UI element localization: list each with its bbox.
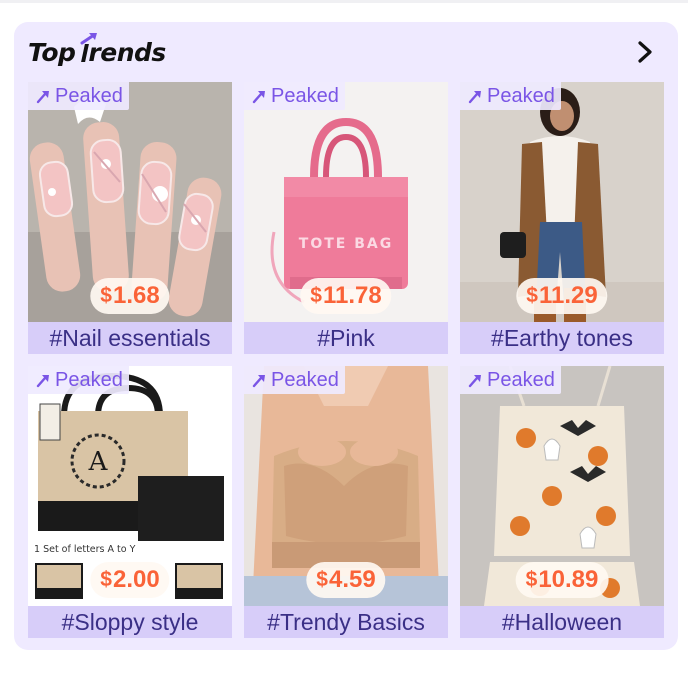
trend-card-trendy-basics[interactable]: Peaked $ 4.59 #Trendy Basics <box>244 366 448 638</box>
trend-card-pink[interactable]: TOTE BAG Peaked $ 11.78 #Pink <box>244 82 448 354</box>
title-word-top: Top <box>28 37 76 67</box>
letters-note-text: 1 Set of letters A to Y <box>34 544 136 555</box>
price-tag: $ 1.68 <box>90 278 170 314</box>
badge-label: Peaked <box>487 368 555 391</box>
trend-arrow-icon <box>252 374 265 387</box>
trend-tag-label: #Halloween <box>460 606 664 638</box>
price-tag: $ 10.89 <box>515 562 609 598</box>
price-tag: $ 2.00 <box>90 562 170 598</box>
trend-tag-label: #Earthy tones <box>460 322 664 354</box>
badge-label: Peaked <box>271 84 339 107</box>
trend-card-halloween[interactable]: Peaked $ 10.89 #Halloween <box>460 366 664 638</box>
trend-tag-label: #Nail essentials <box>28 322 232 354</box>
price-tag: $ 11.29 <box>516 278 608 314</box>
currency-symbol: $ <box>100 568 112 591</box>
top-trends-panel: Top rends Peaked $ 1.68 #Nail essentials… <box>14 22 678 650</box>
price-tag: $ 11.78 <box>300 278 392 314</box>
trend-card-earthy-tones[interactable]: Peaked $ 11.29 #Earthy tones <box>460 82 664 354</box>
price-value: 10.89 <box>538 566 599 593</box>
price-value: 11.78 <box>322 282 382 309</box>
currency-symbol: $ <box>526 284 538 307</box>
top-divider <box>0 0 688 3</box>
price-value: 11.29 <box>538 282 598 309</box>
trend-card-nail-essentials[interactable]: Peaked $ 1.68 #Nail essentials <box>28 82 232 354</box>
peaked-badge: Peaked <box>28 82 129 110</box>
badge-label: Peaked <box>271 368 339 391</box>
trend-tag-label: #Trendy Basics <box>244 606 448 638</box>
badge-label: Peaked <box>55 368 123 391</box>
currency-symbol: $ <box>316 568 328 591</box>
chevron-right-icon[interactable] <box>632 38 658 66</box>
trend-arrow-icon <box>468 90 481 103</box>
peaked-badge: Peaked <box>460 82 561 110</box>
peaked-badge: Peaked <box>244 82 345 110</box>
trend-arrow-icon <box>36 374 49 387</box>
badge-label: Peaked <box>487 84 555 107</box>
peaked-badge: Peaked <box>28 366 129 394</box>
trend-arrow-icon <box>468 374 481 387</box>
currency-symbol: $ <box>310 284 322 307</box>
currency-symbol: $ <box>100 284 112 307</box>
section-title: Top rends <box>28 32 166 72</box>
bag-monogram-letter: A <box>88 447 109 477</box>
title-word-trends: rends <box>80 32 166 67</box>
price-value: 4.59 <box>328 566 376 593</box>
bag-print-text: TOTE BAG <box>299 236 393 252</box>
trend-card-sloppy-style[interactable]: A 1 Set of letters A to Y Peaked $ 2.00 <box>28 366 232 638</box>
price-value: 1.68 <box>112 282 160 309</box>
badge-label: Peaked <box>55 84 123 107</box>
peaked-badge: Peaked <box>460 366 561 394</box>
price-value: 2.00 <box>112 566 160 593</box>
trend-tag-label: #Sloppy style <box>28 606 232 638</box>
price-tag: $ 4.59 <box>306 562 386 598</box>
trend-arrow-icon <box>252 90 265 103</box>
peaked-badge: Peaked <box>244 366 345 394</box>
trend-tag-label: #Pink <box>244 322 448 354</box>
currency-symbol: $ <box>525 568 538 591</box>
trend-arrow-icon <box>36 90 49 103</box>
